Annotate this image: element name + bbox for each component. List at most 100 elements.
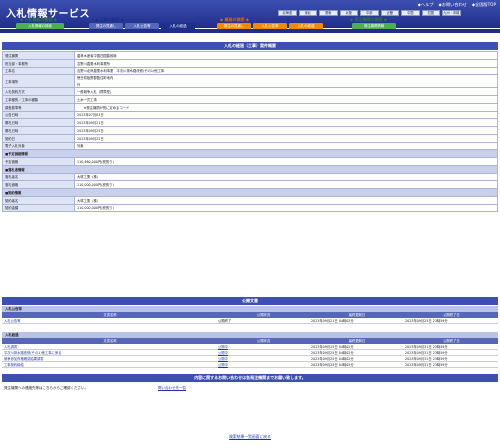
summary-row: 電子入札対象 対象 [2,141,498,151]
field-value: 110,000,000円(税別り) [74,203,498,213]
field-value: 2023年09月21日 [74,118,498,127]
summary-row: 落札価格 110,000,000円(税別り) [2,180,498,189]
doc-updated: 2023年09月21日 04時02分 [311,319,354,323]
field-value-text: 農林水産省中国四国農政局 [77,53,117,58]
doc-updated: 2023年09月25日 04時02分 [311,351,354,355]
field-value-text: 110,460,000円(税別り) [77,159,114,164]
field-label: 契約金額 [2,203,75,213]
doc-end: 2023年09月31日 23時59分 [405,363,448,367]
section-header-row: ■契約情報 [2,188,498,197]
doc-status[interactable]: 公開中 [216,362,309,367]
doc-link[interactable]: 工事契約締結 [2,362,216,367]
field-value-text: 対象 [77,144,84,149]
region-tab[interactable]: 中国 [401,10,420,16]
field-value-text: 110,000,000円(税別り) [77,183,114,188]
field-value: 大塚工業（株） [74,172,498,182]
field-value: ※発注機関が別に定めるコード [74,102,498,112]
documents-title: 公開文書 [2,297,498,305]
field-label: 電子入札対象 [2,141,75,151]
summary-row: 担当部・事務所 吉野川農業水利事業所 [2,58,498,68]
summary-row: 発注機関 農林水産省中国四国農政局 [2,51,498,60]
field-label: 調査基準等 [2,102,75,112]
summary-row: 公告日時 2023年07月03日 [2,110,498,120]
section-label: ■契約情報 [2,188,498,197]
region-tabs: 北海道 東北 関東 北陸 中部 近畿 中国 四国 九州・沖縄 [278,10,496,16]
field-value-text: 吉野川農業水利事業所 [77,61,110,66]
field-value-text: 2023年09月22日 [77,136,104,141]
region-tab[interactable]: 近畿 [380,10,399,16]
table-row: 工事契約締結 公開中 2023年09月25日 04時02分 2023年09月31… [2,362,498,368]
field-value-text: 2023年07月03日 [77,113,104,118]
case-summary-table: 発注機関 農林水産省中国四国農政局 担当部・事務所 吉野川農業水利事業所 工事名 吉野川北… [2,51,498,213]
doc-end: 2023年09月31日 23時59分 [405,351,448,355]
summary-row: 開札日時 2023年09月21日 [2,118,498,127]
doc-status[interactable]: 公開中 [216,356,309,361]
region-tab[interactable]: 北陸 [339,10,358,16]
field-value: 対象 [74,141,498,151]
summary-row: 落札者名 大塚工業（株） [2,172,498,182]
section-label: ■予定価格情報 [2,149,498,158]
field-value: 2023年09月22日 [74,133,498,143]
region-tab[interactable]: 中部 [360,10,379,16]
summary-row: 調査基準等 ※発注機関が別に定めるコード [2,102,498,112]
summary-row: 入札契約方式 一般競争入札（標準型） [2,87,498,96]
field-value: 110,460,000円(税別り) [74,157,498,166]
back-to-results-link[interactable]: 検索結果一覧画面に戻る [0,434,500,440]
summary-row: 工事種別／工事の種類 土木一式工事 [2,95,498,104]
doc-end: 2023年09月25日 23時59分 [405,319,448,323]
field-value-text: 2023年09月21日 [77,121,104,126]
field-value: 吉野川農業水利事業所 [74,58,498,68]
summary-row: 工事名 吉野川北岸農業水利事業 平次川排水路改修(その1)他工事 [2,66,498,76]
field-value-text: 大塚工業（株） [77,175,101,180]
field-value-text: 外 [77,83,81,88]
doc-updated: 2023年09月25日 04時02分 [311,357,354,361]
region-tab[interactable]: 九州・沖縄 [442,10,461,16]
doc-status[interactable]: 公開中 [216,350,309,355]
summary-row: 予定価格 110,460,000円(税別り) [2,157,498,166]
doc-link[interactable]: 競争参加資格確認結果調書 [2,356,216,361]
doc-link[interactable]: 入札公告等 [2,318,216,323]
field-value-text: 110,000,000円(税別り) [77,206,114,211]
header-stripe [0,29,500,33]
contact-link[interactable]: ◆お問い合わせ [438,2,466,8]
inquiry-bar: 内容に関するお問い合わせは各発注機関までお願い致します。 [2,374,498,382]
national-top-link[interactable]: ◆全国版TOP [472,2,496,8]
field-value-text: ※発注機関が別に定めるコード [77,105,130,110]
region-tab[interactable]: 東北 [298,10,317,16]
section-label: ■落札者情報 [2,164,498,174]
doc-status: 公開終了 [218,319,232,323]
region-tab[interactable]: 北海道 [278,10,297,16]
field-value: 土木一式工事 [74,95,498,104]
field-label: 工事場所 [2,74,75,89]
summary-row: 工事場所 徳島県板野郡藍住町地内外 [2,74,498,89]
doc-updated: 2023年09月25日 04時02分 [311,363,354,367]
field-label: 入札契約方式 [2,87,75,96]
field-label: 工事名 [2,66,75,76]
field-label: 契約者名 [2,195,75,205]
field-label: 発注機関 [2,51,75,60]
region-tab[interactable]: 四国 [421,10,440,16]
inquiry-text: 発注機関への連絡先等はこちらからご確認ください。 [4,386,88,390]
help-link[interactable]: ◆ヘルプ [418,2,434,8]
field-value-text: 一般競争入札（標準型） [77,90,114,95]
field-value-text: 徳島県板野郡藍住町地内 [77,76,114,81]
region-tab[interactable]: 関東 [319,10,338,16]
section-header-row: ■予定価格情報 [2,149,498,158]
panel-title: 入札の経過（工事）案件概要 [2,42,498,50]
doc-status[interactable]: 公開中 [216,344,309,349]
summary-row: 契約者名 大塚工業（株） [2,195,498,205]
documents-section: 入札公告等 文書名称 公開状況 最終更新日 公開終了日 入札公告等 公開終了 2… [2,306,498,368]
doc-link[interactable]: 入札調書 [2,344,216,349]
doc-link[interactable]: 平次川排水路改修(その1)他工事に係る [2,350,216,355]
summary-row: 開札日時 2023年09月25日 [2,126,498,135]
summary-row: 契約金額 110,000,000円(税別り) [2,203,498,213]
field-value: 一般競争入札（標準型） [74,87,498,96]
field-value: 2023年07月03日 [74,110,498,120]
field-label: 契約日 [2,133,75,143]
doc-end: 2023年09月31日 23時59分 [405,357,448,361]
field-value: 徳島県板野郡藍住町地内外 [74,74,498,89]
field-value-text: 吉野川北岸農業水利事業 平次川排水路改修(その1)他工事 [77,69,165,74]
field-label: 落札者名 [2,172,75,182]
inquiry-contacts-link[interactable]: 問い合わせ先一覧 [158,386,186,391]
field-label: 担当部・事務所 [2,58,75,68]
